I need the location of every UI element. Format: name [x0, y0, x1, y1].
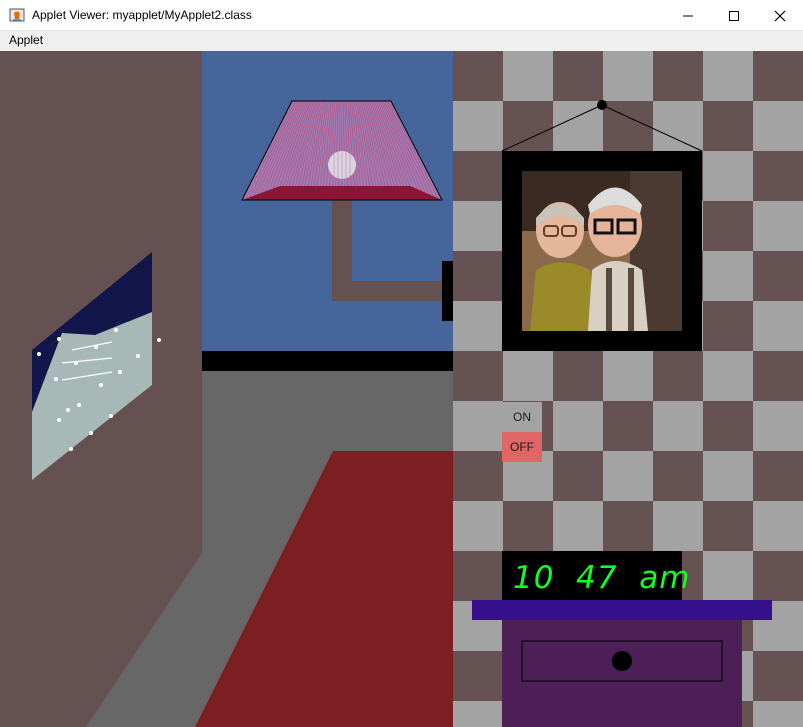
- nightstand: [472, 600, 772, 727]
- applet-canvas: ON OFF 10 47 am: [0, 51, 803, 727]
- minimize-icon: [683, 15, 693, 16]
- menu-bar: Applet: [0, 31, 803, 51]
- title-bar: Applet Viewer: myapplet/MyApplet2.class: [0, 0, 803, 31]
- menu-applet[interactable]: Applet: [9, 33, 43, 47]
- java-cup-icon: [9, 8, 25, 22]
- window-title: Applet Viewer: myapplet/MyApplet2.class: [32, 8, 252, 22]
- maximize-icon: [729, 10, 739, 21]
- minimize-button[interactable]: [665, 0, 711, 31]
- clock-time: 10 47 am: [513, 560, 691, 596]
- close-button[interactable]: [757, 0, 803, 31]
- maximize-button[interactable]: [711, 0, 757, 31]
- close-icon: [774, 10, 786, 21]
